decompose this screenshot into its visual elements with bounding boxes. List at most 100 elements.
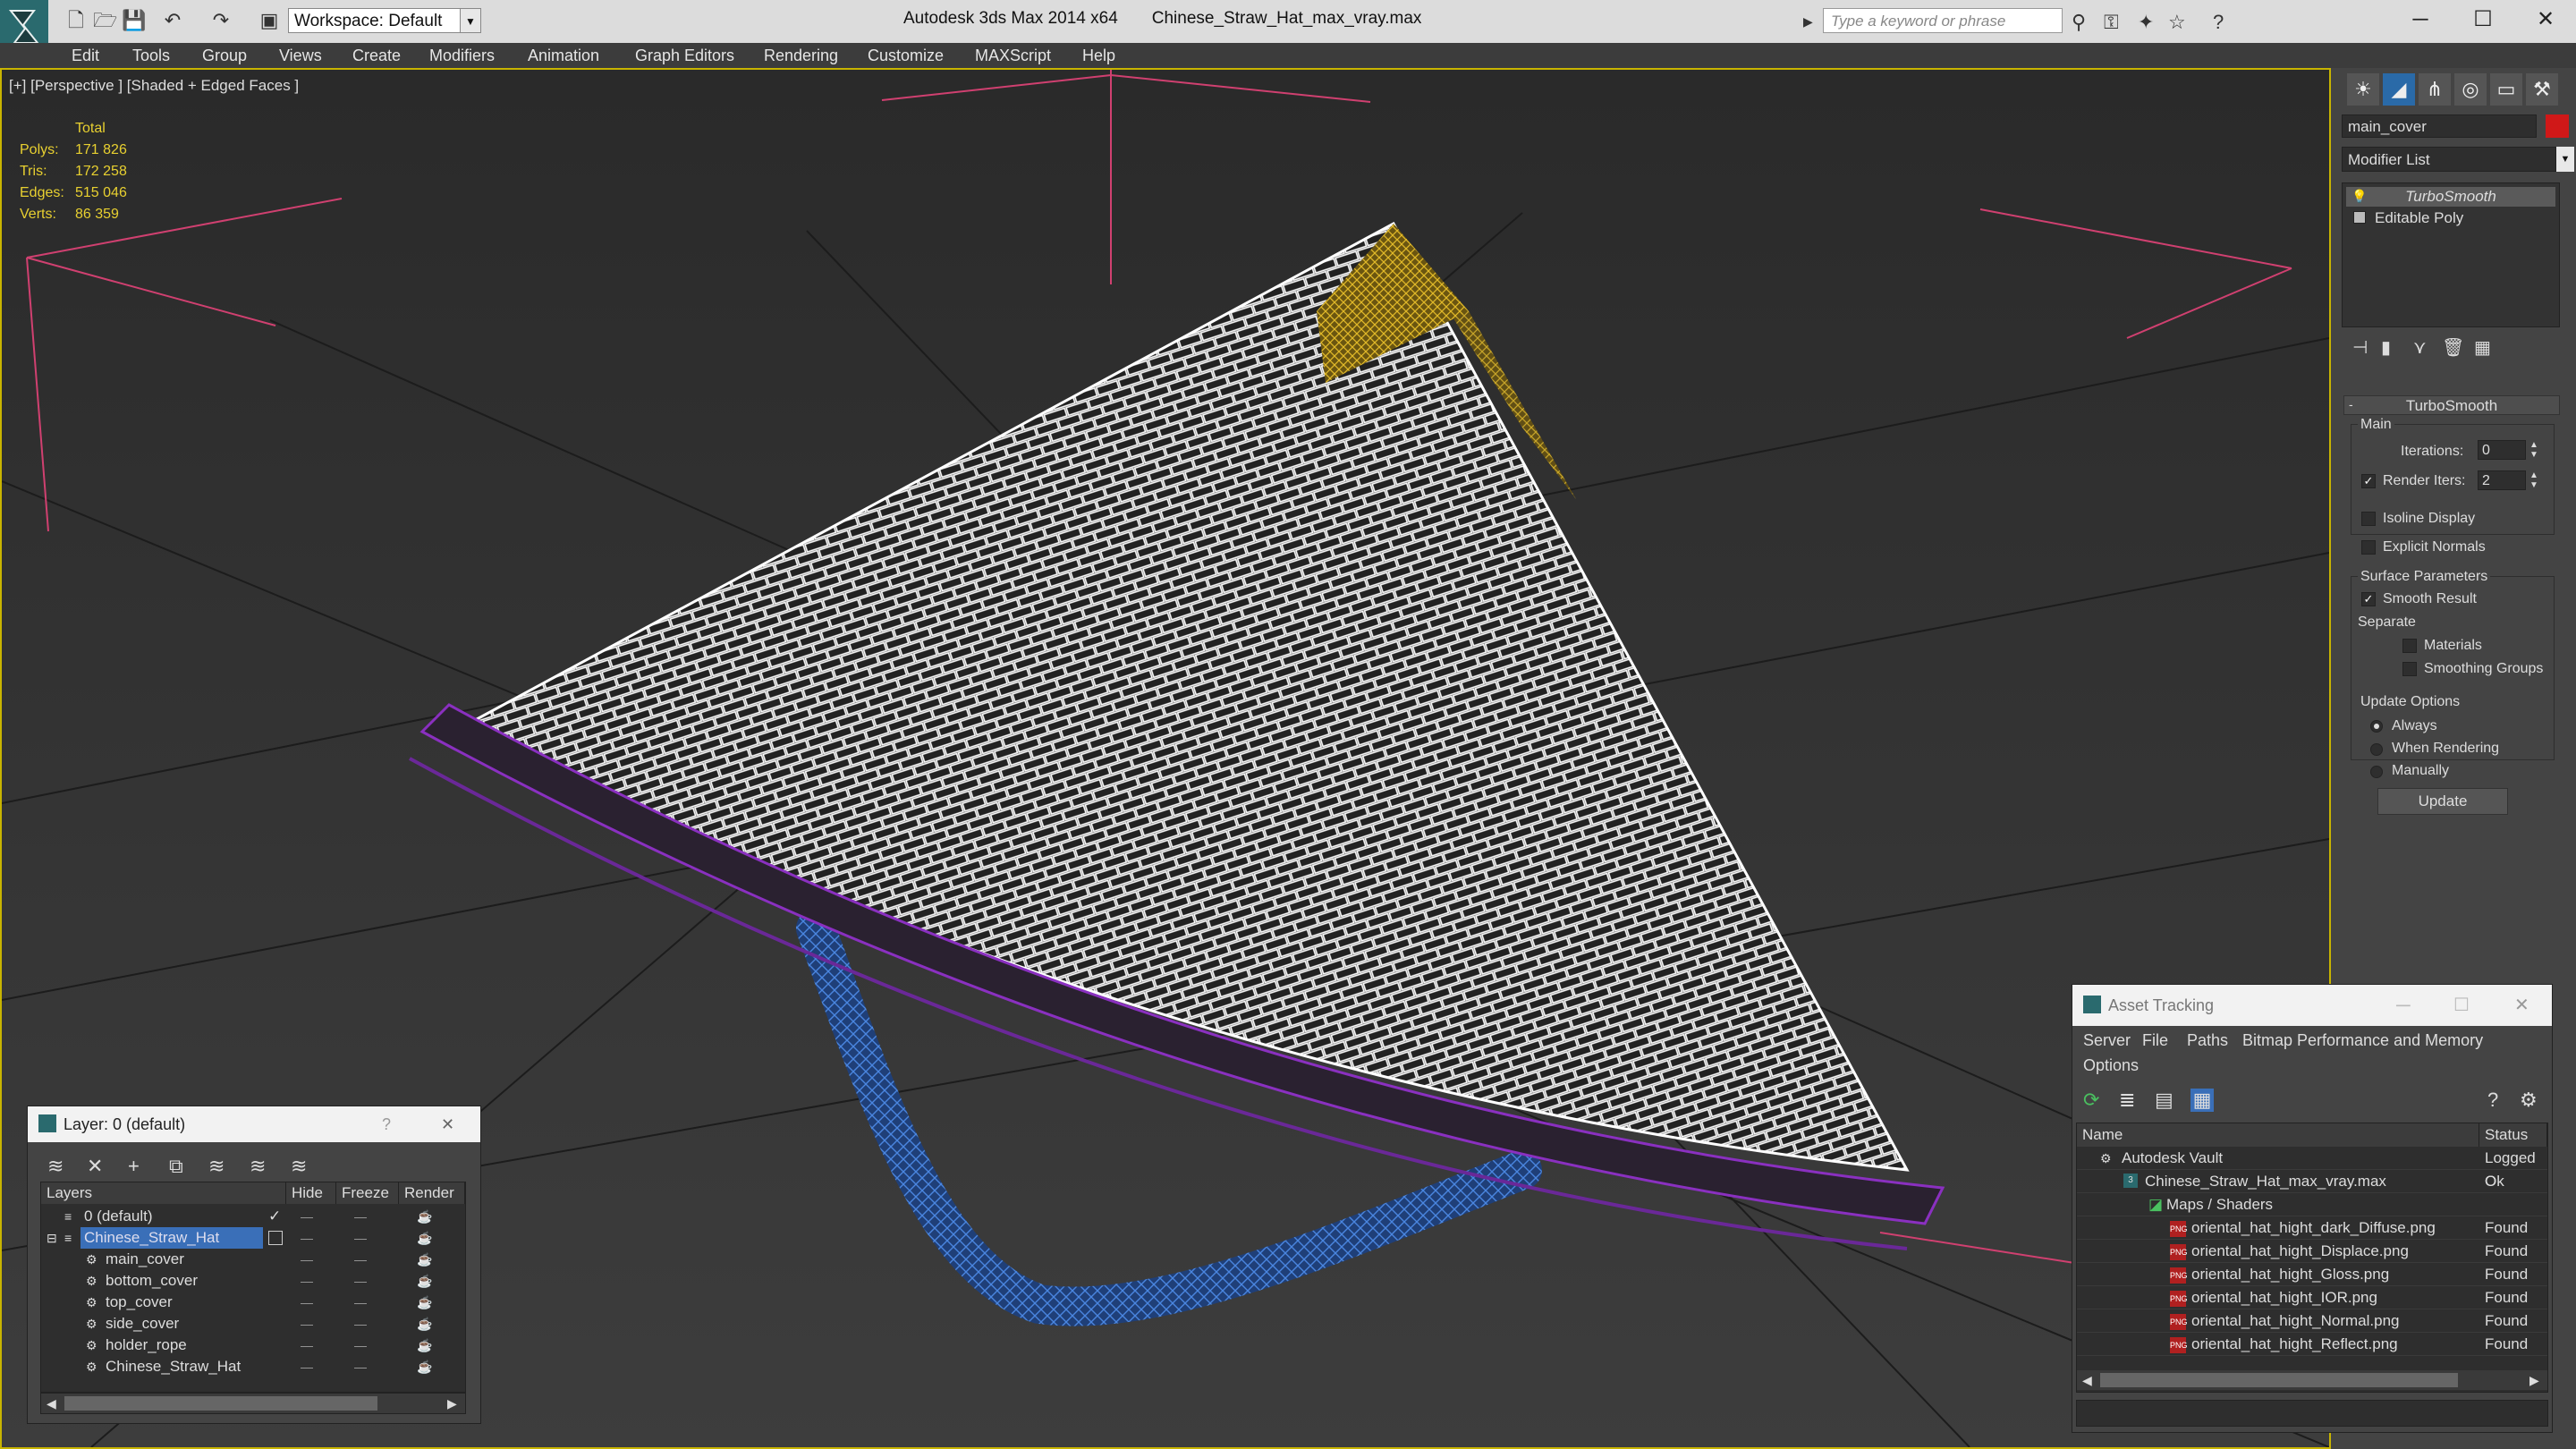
table-view-icon[interactable]: ▦	[2190, 1089, 2214, 1112]
render-teapot-icon[interactable]: ☕	[417, 1270, 432, 1292]
freeze-toggle[interactable]: —	[354, 1335, 367, 1356]
create-tab-icon[interactable]: ☀	[2347, 73, 2379, 106]
layer-row[interactable]: ⚙ top_cover — — ☕	[41, 1292, 465, 1313]
scroll-thumb[interactable]	[2100, 1373, 2458, 1387]
stack-item-editable-poly[interactable]: Editable Poly	[2346, 208, 2555, 228]
hierarchy-tab-icon[interactable]: ⋔	[2419, 73, 2451, 106]
asset-row[interactable]: PNG oriental_hat_hight_Reflect.png Found	[2077, 1333, 2547, 1356]
col-hide[interactable]: Hide	[286, 1182, 336, 1204]
chevron-down-icon[interactable]: ▼	[2556, 147, 2574, 172]
col-name[interactable]: Name	[2077, 1123, 2479, 1147]
render-teapot-icon[interactable]: ☕	[417, 1292, 432, 1313]
hide-toggle[interactable]: —	[301, 1313, 313, 1335]
layer-row[interactable]: ⚙ bottom_cover — — ☕	[41, 1270, 465, 1292]
horizontal-scrollbar[interactable]: ◀ ▶	[2077, 1370, 2547, 1390]
minimize-button[interactable]: ─	[2396, 985, 2411, 1026]
col-freeze[interactable]: Freeze	[336, 1182, 399, 1204]
key-icon[interactable]: ⚿	[2104, 11, 2119, 34]
hide-toggle[interactable]: —	[301, 1249, 313, 1270]
hide-toggle[interactable]: —	[301, 1335, 313, 1356]
render-teapot-icon[interactable]: ☕	[417, 1335, 432, 1356]
make-unique-icon[interactable]: ⋎	[2413, 336, 2427, 359]
turbosmooth-rollout-title[interactable]: TurboSmooth	[2343, 395, 2560, 415]
layer-row[interactable]: ⚙ main_cover — — ☕	[41, 1249, 465, 1270]
render-teapot-icon[interactable]: ☕	[417, 1313, 432, 1335]
new-file-icon[interactable]: 🗋	[64, 9, 88, 32]
freeze-toggle[interactable]: —	[354, 1313, 367, 1335]
render-iters-checkbox[interactable]: ✓	[2361, 474, 2376, 488]
freeze-toggle[interactable]: —	[354, 1292, 367, 1313]
object-color-swatch[interactable]	[2546, 114, 2569, 138]
update-button[interactable]: Update	[2377, 788, 2508, 815]
project-folder-icon[interactable]: ▣	[258, 9, 281, 32]
col-status[interactable]: Status	[2479, 1123, 2547, 1147]
horizontal-scrollbar[interactable]: ◀ ▶	[40, 1393, 466, 1414]
scroll-right-icon[interactable]: ▶	[2529, 1370, 2539, 1390]
hide-toggle[interactable]: —	[301, 1356, 313, 1377]
freeze-all-icon[interactable]: ≋	[291, 1155, 307, 1178]
always-radio[interactable]	[2370, 720, 2383, 733]
collapse-icon[interactable]: ⊟	[47, 1227, 57, 1249]
menu-views[interactable]: Views	[279, 43, 322, 68]
asset-row[interactable]: PNG oriental_hat_hight_Normal.png Found	[2077, 1309, 2547, 1333]
search-input[interactable]: Type a keyword or phrase	[1823, 8, 2063, 33]
asset-row[interactable]: PNG oriental_hat_hight_dark_Diffuse.png …	[2077, 1216, 2547, 1240]
pin-stack-icon[interactable]: ⊣	[2352, 336, 2368, 359]
asset-window-titlebar[interactable]: Asset Tracking ─ ☐ ✕	[2072, 985, 2552, 1026]
add-to-layer-icon[interactable]: +	[128, 1155, 140, 1178]
menu-server[interactable]: Server	[2083, 1031, 2131, 1050]
iterations-spinner[interactable]: 0	[2478, 440, 2526, 460]
maximize-button[interactable]: ☐	[2453, 985, 2470, 1026]
layer-row[interactable]: ⚙ side_cover — — ☕	[41, 1313, 465, 1335]
asset-row[interactable]: PNG oriental_hat_hight_Gloss.png Found	[2077, 1263, 2547, 1286]
spinner-arrows-icon[interactable]: ▲ ▼	[2529, 470, 2538, 490]
smooth-result-checkbox[interactable]: ✓	[2361, 592, 2376, 606]
hide-toggle[interactable]: —	[301, 1270, 313, 1292]
asset-row[interactable]: PNG oriental_hat_hight_Displace.png Foun…	[2077, 1240, 2547, 1263]
remove-modifier-icon[interactable]: 🗑	[2442, 336, 2464, 359]
redo-icon[interactable]: ↷	[209, 9, 233, 32]
col-render[interactable]: Render	[399, 1182, 465, 1204]
scroll-left-icon[interactable]: ◀	[2082, 1370, 2092, 1390]
utilities-tab-icon[interactable]: ⚒	[2526, 73, 2558, 106]
freeze-toggle[interactable]: —	[354, 1270, 367, 1292]
freeze-toggle[interactable]: —	[354, 1227, 367, 1249]
render-teapot-icon[interactable]: ☕	[417, 1249, 432, 1270]
help-icon[interactable]: ?	[2487, 1089, 2498, 1112]
freeze-toggle[interactable]: —	[354, 1249, 367, 1270]
delete-layer-icon[interactable]: ✕	[87, 1155, 103, 1178]
hide-toggle[interactable]: —	[301, 1292, 313, 1313]
layer-row[interactable]: ⚙ Chinese_Straw_Hat — — ☕	[41, 1356, 465, 1377]
freeze-toggle[interactable]: —	[354, 1206, 367, 1227]
layer-row[interactable]: ⊟ ≡ Chinese_Straw_Hat — — ☕	[41, 1227, 465, 1249]
manually-radio[interactable]	[2370, 766, 2383, 778]
freeze-toggle[interactable]: —	[354, 1356, 367, 1377]
maximize-button[interactable]: ☐	[2456, 4, 2510, 36]
render-iters-spinner[interactable]: 2	[2478, 470, 2526, 490]
menu-group[interactable]: Group	[202, 43, 247, 68]
menu-help[interactable]: Help	[1082, 43, 1115, 68]
menu-create[interactable]: Create	[352, 43, 401, 68]
favorites-star-icon[interactable]: ☆	[2168, 11, 2186, 34]
workspace-dropdown[interactable]: Workspace: Default	[288, 8, 478, 33]
chevron-down-icon[interactable]: ▼	[460, 8, 481, 33]
hide-toggle[interactable]: —	[301, 1206, 313, 1227]
search-expand-icon[interactable]: ▶	[1803, 14, 1813, 30]
refresh-icon[interactable]: ⟳	[2083, 1089, 2099, 1112]
when-rendering-radio[interactable]	[2370, 743, 2383, 756]
expand-icon[interactable]	[2353, 211, 2366, 224]
col-layers[interactable]: Layers	[41, 1182, 286, 1204]
help-button[interactable]: ?	[382, 1106, 391, 1142]
minimize-button[interactable]: ─	[2394, 4, 2447, 36]
asset-row[interactable]: ⚙ Autodesk Vault Logged O	[2077, 1147, 2547, 1190]
menu-rendering[interactable]: Rendering	[764, 43, 838, 68]
settings-icon[interactable]: ⚙	[2520, 1089, 2538, 1112]
thumbnail-view-icon[interactable]: ▤	[2155, 1089, 2174, 1112]
menu-customize[interactable]: Customize	[868, 43, 944, 68]
select-objects-icon[interactable]: ⧉	[169, 1155, 183, 1178]
menu-animation[interactable]: Animation	[528, 43, 599, 68]
layer-row[interactable]: ≡ 0 (default) ✓ — — ☕	[41, 1206, 465, 1227]
undo-icon[interactable]: ↶	[161, 9, 184, 32]
communication-icon[interactable]: ✦	[2138, 11, 2154, 34]
list-view-icon[interactable]: ≣	[2119, 1089, 2135, 1112]
